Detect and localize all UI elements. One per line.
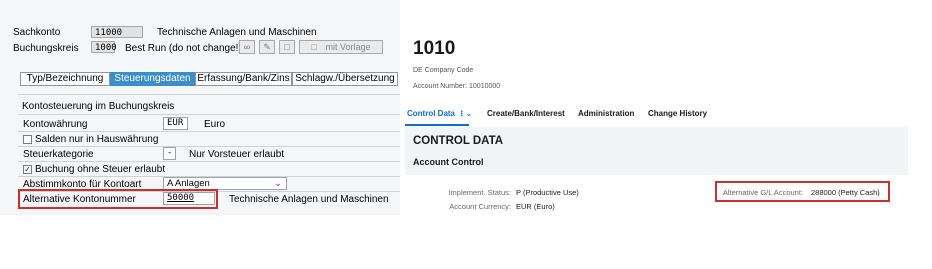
buchung-checkbox[interactable]: ✓ bbox=[23, 165, 32, 174]
implement-status-value: P (Productive Use) bbox=[516, 188, 579, 197]
buchungskreis-field[interactable]: 1000 bbox=[91, 41, 117, 53]
tab-schlagw-uebersetzung[interactable]: Schlagw./Übersetzung bbox=[292, 72, 398, 86]
company-code-title: 1010 bbox=[413, 38, 456, 59]
edit-button[interactable]: ✎ bbox=[259, 40, 275, 54]
steuerkategorie-description: Nur Vorsteuer erlaubt bbox=[189, 149, 285, 160]
buchungskreis-description: Best Run (do not change!) bbox=[125, 43, 242, 54]
company-code-subtitle: DE Company Code bbox=[413, 67, 474, 74]
highlight-box bbox=[715, 181, 890, 202]
sachkonto-label: Sachkonto bbox=[13, 27, 61, 38]
row-separator bbox=[18, 131, 400, 132]
tab-change-history[interactable]: Change History bbox=[648, 109, 707, 118]
tab-control-data-label: Control Data bbox=[407, 109, 455, 118]
glasses-icon: ∞ bbox=[243, 42, 251, 52]
steuerkategorie-field[interactable]: - bbox=[163, 147, 176, 160]
tab-create-bank-interest[interactable]: Create/Bank/Interest bbox=[487, 109, 565, 118]
account-currency-value: EUR (Euro) bbox=[516, 202, 555, 211]
sachkonto-description: Technische Anlagen und Maschinen bbox=[157, 27, 317, 38]
tab-erfassung-bank-zins[interactable]: Erfassung/Bank/Zins bbox=[195, 72, 292, 86]
row-separator bbox=[18, 161, 400, 162]
account-currency-label: Account Currency: bbox=[449, 202, 511, 211]
section-title-separator bbox=[18, 114, 400, 115]
steuerkategorie-label: Steuerkategorie bbox=[23, 149, 94, 160]
active-tab-indicator bbox=[405, 124, 469, 126]
checkmark-icon: ✓ bbox=[24, 165, 31, 174]
kontowaehrung-description: Euro bbox=[204, 119, 226, 130]
row-separator bbox=[18, 146, 400, 147]
abstimmkonto-value: A Anlagen bbox=[167, 178, 210, 189]
highlight-box bbox=[18, 189, 218, 209]
create-button[interactable]: □ bbox=[279, 40, 295, 54]
salden-checkbox[interactable] bbox=[23, 135, 32, 144]
fiori-panel: 1010 DE Company Code Account Number: 100… bbox=[405, 0, 908, 215]
tab-control-data[interactable]: Control Data ⁝ ⌄ bbox=[407, 109, 472, 118]
implement-status-label: Implement. Status: bbox=[448, 188, 511, 197]
tab-content-separator bbox=[18, 94, 400, 95]
kontowaehrung-label: Kontowährung bbox=[23, 119, 88, 130]
salden-label: Salden nur in Hauswährung bbox=[35, 134, 159, 145]
section-title: Kontosteuerung im Buchungskreis bbox=[22, 101, 175, 112]
control-data-section: CONTROL DATA Account Control bbox=[405, 127, 908, 175]
kontowaehrung-field[interactable]: EUR bbox=[163, 117, 188, 130]
mit-vorlage-button[interactable]: □ mit Vorlage bbox=[299, 40, 383, 54]
dropdown-chevron-icon: ⌄ bbox=[274, 178, 282, 189]
document-template-icon: □ bbox=[311, 42, 317, 52]
account-number-text: Account Number: 10010000 bbox=[413, 83, 501, 90]
pencil-icon: ✎ bbox=[263, 42, 271, 52]
subsection-title: Account Control bbox=[413, 157, 484, 167]
mit-vorlage-label: mit Vorlage bbox=[325, 42, 371, 52]
tab-steuerungsdaten[interactable]: Steuerungsdaten bbox=[110, 72, 195, 86]
display-button[interactable]: ∞ bbox=[239, 40, 255, 54]
buchung-label: Buchung ohne Steuer erlaubt bbox=[35, 164, 166, 175]
tab-options-icon: ⁝ ⌄ bbox=[460, 109, 473, 118]
sachkonto-field[interactable]: 11000 bbox=[91, 26, 143, 38]
section-title: CONTROL DATA bbox=[413, 135, 504, 147]
tab-administration[interactable]: Administration bbox=[578, 109, 634, 118]
sap-gui-panel: Sachkonto 11000 Technische Anlagen und M… bbox=[0, 0, 400, 215]
document-icon: □ bbox=[284, 42, 290, 52]
tab-typ-bezeichnung[interactable]: Typ/Bezeichnung bbox=[20, 72, 110, 86]
alt-kontonummer-description: Technische Anlagen und Maschinen bbox=[229, 194, 389, 205]
buchungskreis-label: Buchungskreis bbox=[13, 43, 79, 54]
